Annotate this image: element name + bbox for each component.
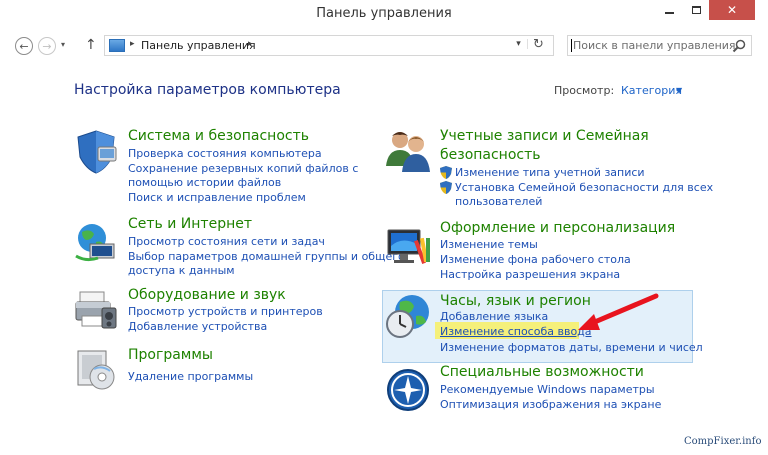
arrow-up-icon: ↑ — [85, 37, 97, 53]
link-view-network-status[interactable]: Просмотр состояния сети и задач — [128, 235, 325, 249]
link-troubleshoot[interactable]: Поиск и исправление проблем — [128, 191, 306, 205]
breadcrumb-control-panel[interactable]: Панель управления — [141, 39, 256, 52]
close-icon: ✕ — [726, 3, 738, 17]
category-hardware-sound[interactable]: Оборудование и звук — [128, 285, 286, 305]
category-ease-of-access[interactable]: Специальные возможности — [440, 362, 644, 382]
users-icon[interactable] — [384, 126, 432, 174]
ease-of-access-icon[interactable] — [384, 366, 432, 414]
link-family-safety-cont[interactable]: пользователей — [455, 195, 542, 209]
refresh-icon[interactable]: ↻ — [533, 37, 544, 52]
address-bar[interactable]: ▸ Панель управления ▸ ▾ ↻ — [104, 35, 554, 56]
uac-shield-icon — [440, 181, 452, 194]
link-add-language[interactable]: Добавление языка — [440, 310, 548, 324]
link-change-theme[interactable]: Изменение темы — [440, 238, 538, 252]
breadcrumb-chevron-icon[interactable]: ▸ — [130, 39, 135, 49]
link-add-device[interactable]: Добавление устройства — [128, 320, 267, 334]
search-box[interactable]: Поиск в панели управления — [567, 35, 752, 56]
link-view-devices-printers[interactable]: Просмотр устройств и принтеров — [128, 305, 323, 319]
arrow-right-icon: → — [42, 39, 52, 53]
title-bar: Панель управления ✕ — [0, 0, 768, 30]
link-homegroup-sharing[interactable]: Выбор параметров домашней группы и общег… — [128, 250, 405, 264]
dropdown-arrow-icon[interactable]: ▼ — [676, 86, 682, 95]
maximize-icon — [691, 6, 701, 14]
link-change-desktop-background[interactable]: Изменение фона рабочего стола — [440, 253, 631, 267]
link-uninstall-program[interactable]: Удаление программы — [128, 370, 253, 384]
arrow-left-icon: ← — [19, 39, 29, 53]
up-button[interactable]: ↑ — [85, 37, 97, 53]
search-icon[interactable] — [731, 38, 747, 54]
category-programs[interactable]: Программы — [128, 345, 213, 365]
red-arrow-icon — [578, 293, 659, 330]
category-appearance[interactable]: Оформление и персонализация — [440, 218, 675, 238]
watermark: CompFixer.info — [684, 436, 762, 447]
text-cursor — [571, 39, 572, 52]
network-globe-icon[interactable] — [72, 218, 120, 266]
shield-icon[interactable] — [72, 127, 120, 175]
link-change-account-type[interactable]: Изменение типа учетной записи — [455, 166, 645, 180]
control-panel-icon — [109, 39, 125, 52]
view-by-label: Просмотр: — [554, 84, 615, 97]
category-user-accounts[interactable]: Учетные записи и Семейная — [440, 126, 649, 146]
page-title: Настройка параметров компьютера — [74, 82, 341, 98]
programs-icon[interactable] — [72, 345, 120, 393]
category-network-internet[interactable]: Сеть и Интернет — [128, 214, 252, 234]
clock-globe-icon[interactable] — [384, 292, 432, 340]
printer-icon[interactable] — [72, 286, 120, 334]
uac-shield-icon — [440, 166, 452, 179]
link-check-computer-status[interactable]: Проверка состояния компьютера — [128, 147, 322, 161]
category-system-security[interactable]: Система и безопасность — [128, 126, 309, 146]
back-button[interactable]: ← — [15, 37, 33, 55]
view-by-dropdown[interactable]: Категория — [621, 84, 682, 97]
maximize-button[interactable] — [683, 0, 709, 20]
search-input[interactable]: Поиск в панели управления — [573, 39, 736, 52]
link-change-date-time-formats[interactable]: Изменение форматов даты, времени и чисел — [440, 341, 703, 355]
display-personalization-icon[interactable] — [384, 222, 432, 270]
link-optimize-visual-display[interactable]: Оптимизация изображения на экране — [440, 398, 661, 412]
minimize-icon — [664, 12, 674, 14]
window-title: Панель управления — [316, 6, 452, 21]
link-family-safety[interactable]: Установка Семейной безопасности для всех — [455, 181, 713, 195]
address-dropdown-icon[interactable]: ▾ — [510, 39, 528, 49]
minimize-button[interactable] — [655, 0, 683, 20]
chevron-down-icon: ▾ — [61, 40, 66, 49]
recent-locations-button[interactable]: ▾ — [61, 40, 65, 49]
close-button[interactable]: ✕ — [709, 0, 755, 20]
forward-button[interactable]: → — [38, 37, 56, 55]
link-backup-files-cont[interactable]: помощью истории файлов — [128, 176, 281, 190]
link-backup-files[interactable]: Сохранение резервных копий файлов с — [128, 162, 358, 176]
navigation-bar: ← → ▾ ↑ ▸ Панель управления ▸ ▾ ↻ Поиск … — [0, 30, 768, 60]
link-homegroup-sharing-cont[interactable]: доступа к данным — [128, 264, 235, 278]
breadcrumb-chevron-icon[interactable]: ▸ — [248, 39, 253, 49]
category-user-accounts-cont[interactable]: безопасность — [440, 145, 541, 165]
link-recommended-settings[interactable]: Рекомендуемые Windows параметры — [440, 383, 655, 397]
